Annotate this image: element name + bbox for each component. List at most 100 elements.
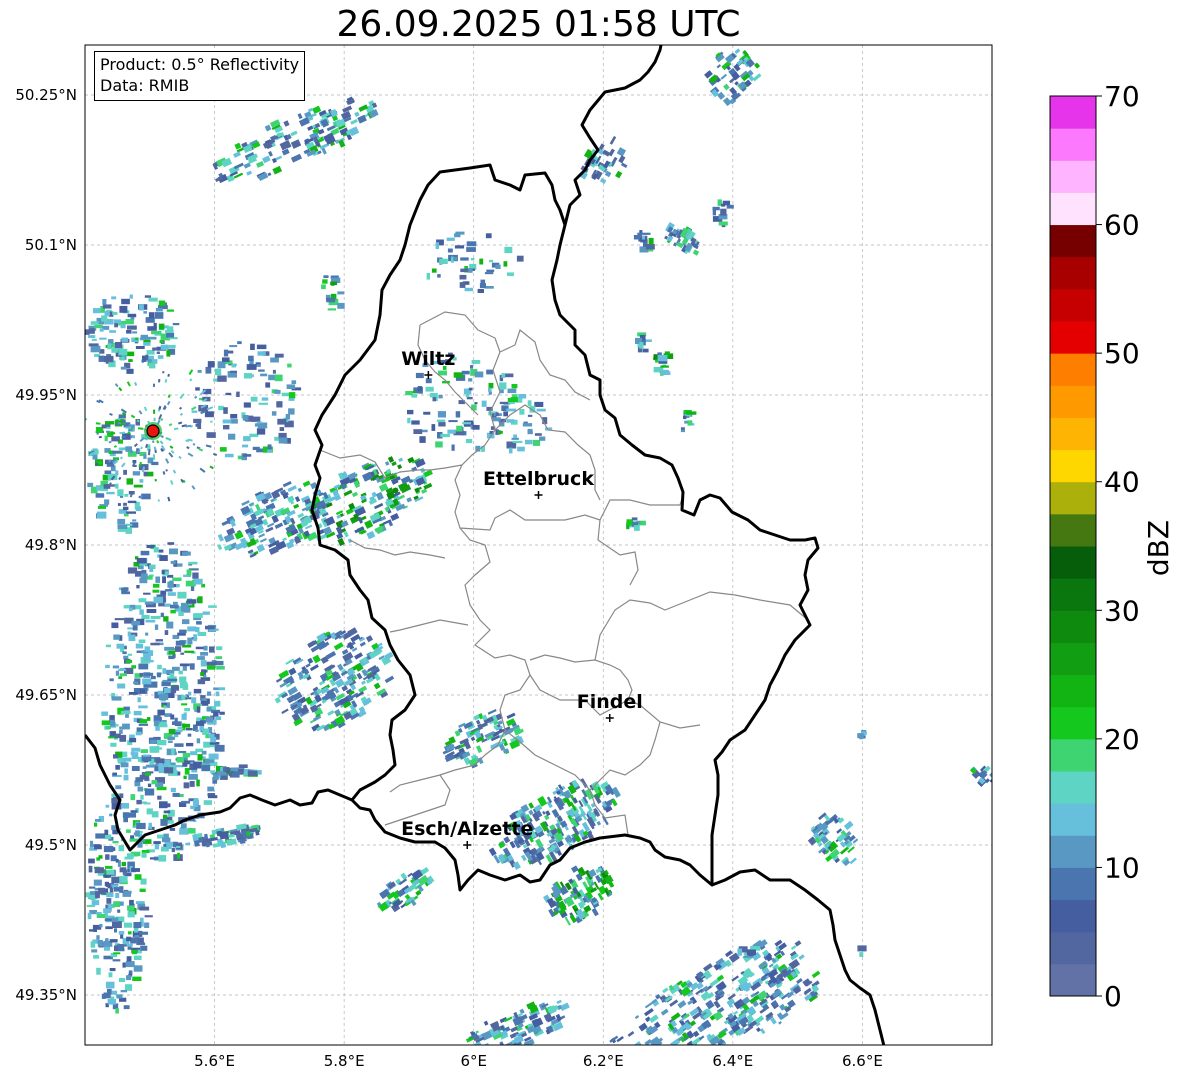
radar-echo [132, 471, 141, 476]
radar-echo [168, 740, 173, 743]
radar-echo [104, 499, 110, 505]
radar-echo [106, 491, 115, 495]
radar-echo [636, 1062, 647, 1072]
radar-echo [259, 538, 267, 543]
radar-echo [166, 333, 175, 338]
colorbar-cell [1050, 546, 1096, 579]
radar-echo [139, 906, 150, 911]
radar-echo [122, 723, 130, 730]
radar-echo [438, 394, 443, 399]
radar-echo [117, 503, 121, 506]
radar-echo [290, 153, 303, 163]
radar-echo [214, 744, 225, 752]
colorbar-cell [1050, 867, 1096, 901]
radar-echo [650, 1074, 659, 1081]
radar-echo [105, 430, 110, 433]
radar-echo [123, 655, 129, 660]
radar-echo [456, 425, 463, 432]
radar-echo [233, 363, 237, 367]
radar-echo [351, 491, 359, 498]
radar-echo [323, 275, 329, 278]
radar-echo [327, 308, 336, 311]
radar-echo [96, 935, 100, 940]
radar-echo [190, 406, 197, 411]
radar-echo [163, 810, 171, 814]
colorbar-cell [1050, 706, 1096, 740]
radar-echo [519, 1008, 525, 1015]
radar-echo [141, 614, 150, 620]
radar-echo [136, 557, 147, 564]
radar-echo [114, 945, 118, 952]
radar-echo [230, 414, 238, 419]
radar-echo [136, 822, 146, 830]
radar-echo [250, 396, 258, 402]
radar-echo [506, 419, 515, 423]
radar-echo [117, 909, 121, 913]
radar-echo [197, 754, 203, 761]
radar-echo [627, 1050, 636, 1059]
radar-echo [207, 691, 212, 696]
radar-echo [140, 749, 148, 753]
radar-echo [455, 411, 461, 418]
radar-echo [127, 931, 132, 935]
radar-echo [857, 733, 864, 739]
radar-echo [126, 330, 132, 334]
radar-echo [390, 513, 400, 522]
radar-echo [117, 524, 128, 530]
product-info-box: Product: 0.5° Reflectivity Data: RMIB [94, 51, 306, 101]
radar-echo [291, 380, 297, 384]
colorbar-cell [1050, 931, 1096, 965]
radar-echo [154, 624, 159, 630]
radar-echo [139, 609, 144, 615]
radar-echo [210, 736, 217, 743]
radar-echo [131, 949, 138, 955]
city-label: Wiltz [401, 348, 455, 370]
radar-echo [622, 1071, 627, 1076]
radar-echo [130, 414, 136, 419]
radar-echo [103, 908, 111, 914]
radar-echo [337, 291, 345, 295]
radar-echo [103, 874, 112, 878]
radar-echo [114, 733, 121, 739]
radar-echo [506, 408, 517, 412]
radar-echo [166, 843, 172, 849]
radar-echo [156, 440, 160, 444]
radar-echo [223, 407, 228, 414]
radar-echo [648, 1066, 657, 1074]
radar-echo [811, 970, 821, 979]
radar-echo [431, 424, 436, 431]
radar-echo [479, 258, 484, 265]
radar-echo [166, 400, 171, 406]
radar-echo [400, 872, 408, 881]
radar-echo [448, 420, 458, 423]
radar-echo [88, 865, 93, 873]
radar-echo [176, 757, 185, 763]
radar-echo [307, 657, 314, 664]
radar-echo [147, 783, 152, 787]
radar-echo [179, 629, 187, 634]
radar-echo [148, 363, 156, 369]
radar-echo [179, 412, 184, 416]
radar-echo [114, 342, 123, 349]
radar-echo [387, 456, 395, 463]
radar-echo [209, 742, 220, 745]
radar-echo [536, 408, 546, 412]
radar-echo [155, 307, 163, 312]
radar-echo [361, 680, 366, 685]
radar-echo [96, 967, 101, 975]
radar-echo [790, 945, 797, 950]
radar-echo [716, 64, 722, 69]
radar-echo [274, 374, 283, 382]
radar-echo [326, 297, 336, 303]
radar-echo [503, 411, 508, 417]
radar-echo [447, 429, 456, 434]
radar-echo [120, 711, 131, 715]
radar-echo [153, 417, 156, 422]
radar-echo [156, 758, 165, 764]
radar-echo [242, 454, 252, 457]
radar-echo [178, 421, 183, 425]
radar-echo [115, 785, 122, 790]
radar-echo [126, 975, 132, 981]
radar-echo [135, 346, 145, 349]
radar-echo [176, 584, 180, 588]
